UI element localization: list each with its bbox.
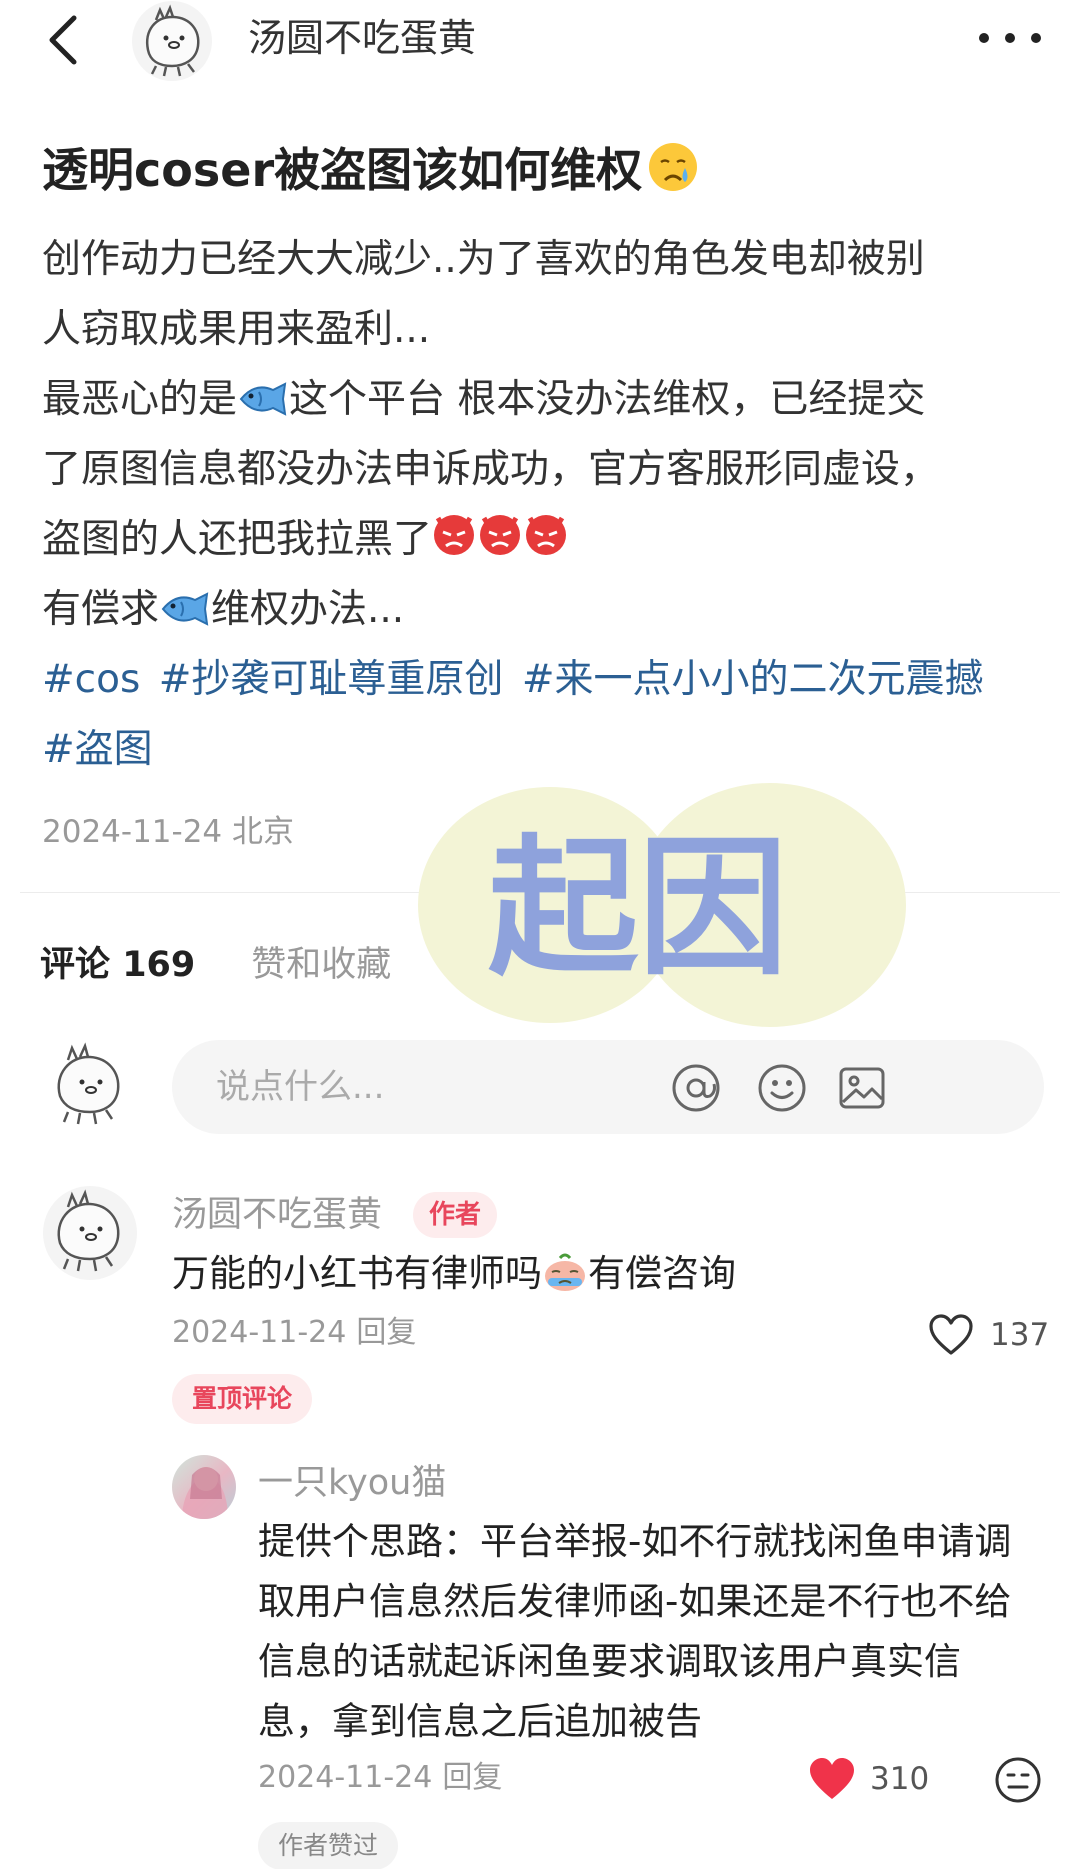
- angry-devil-icon: [434, 515, 567, 555]
- post-meta: 2024-11-24 北京: [42, 812, 294, 852]
- reply-like-count: 310: [870, 1761, 930, 1797]
- comment-meta: 2024-11-24 回复: [172, 1313, 416, 1353]
- post-detail-page: 汤圆不吃蛋黄 透明coser被盗图该如何维权 创作动力已经大大减少..为了喜欢的…: [0, 0, 1080, 1869]
- at-icon[interactable]: [670, 1062, 722, 1114]
- heart-filled-icon[interactable]: [808, 1756, 856, 1802]
- author-badge: 作者: [413, 1192, 497, 1238]
- post-body-text: 最恶心的是: [42, 377, 238, 422]
- post-body-line: 了原图信息都没办法申诉成功，官方客服形同虚设，: [42, 447, 940, 492]
- more-horizontal-icon[interactable]: [970, 20, 1050, 56]
- tag-list: #cos #抄袭可耻尊重原创 #来一点小小的二次元震撼 #盗图: [42, 645, 1052, 785]
- sticker-overlay: 起因: [418, 783, 906, 1027]
- commenter-avatar[interactable]: [38, 1185, 142, 1281]
- reply-button[interactable]: 回复: [442, 1760, 502, 1795]
- post-date: 2024-11-24: [42, 814, 223, 850]
- reply-button[interactable]: 回复: [356, 1315, 416, 1350]
- crying-face-icon: [649, 143, 698, 191]
- heart-outline-icon[interactable]: [928, 1313, 974, 1357]
- post-body-line: 盗图的人还把我拉黑了: [42, 505, 1042, 575]
- reply-text-line: 取用户信息然后发律师函-如果还是不行也不给: [258, 1580, 1012, 1623]
- tab-comments[interactable]: 评论 169: [40, 945, 195, 985]
- chevron-left-icon[interactable]: [40, 14, 84, 66]
- author-name[interactable]: 汤圆不吃蛋黄: [248, 14, 476, 62]
- comment-text: 万能的小红书有律师吗 有偿咨询: [172, 1246, 736, 1302]
- hashtag-link[interactable]: #cos: [42, 657, 140, 702]
- image-icon[interactable]: [836, 1062, 888, 1114]
- comment-text-part: 万能的小红书有律师吗: [172, 1252, 542, 1295]
- reply-text-line: 信息的话就起诉闲鱼要求调取该用户真实信: [258, 1640, 961, 1683]
- post-body-text: 这个平台 根本没办法维权，已经提交: [289, 377, 926, 422]
- reply-text: 提供个思路：平台举报-如不行就找闲鱼申请调 取用户信息然后发律师函-如果还是不行…: [258, 1512, 1048, 1752]
- emoji-reaction-icon[interactable]: [994, 1756, 1042, 1804]
- post-title-text: 透明coser被盗图该如何维权: [42, 143, 643, 197]
- post-body-line: 最恶心的是 这个平台 根本没办法维权，已经提交: [42, 365, 1042, 435]
- pinned-comment-badge: 置顶评论: [172, 1374, 312, 1424]
- tab-likes-favorites[interactable]: 赞和收藏: [251, 945, 391, 985]
- reply-text-line: 息，拿到信息之后追加被告: [258, 1700, 702, 1743]
- emoji-icon[interactable]: [756, 1062, 808, 1114]
- post-location: 北京: [232, 814, 295, 850]
- comment-like-count: 137: [990, 1317, 1050, 1353]
- author-liked-badge: 作者赞过: [258, 1822, 398, 1869]
- comment-text-part: 有偿咨询: [588, 1252, 736, 1295]
- author-avatar[interactable]: [126, 0, 218, 82]
- tab-comments-label: 评论: [40, 945, 111, 985]
- top-bar: 汤圆不吃蛋黄: [0, 0, 1080, 81]
- hashtag-link[interactable]: #抄袭可耻尊重原创: [159, 657, 504, 702]
- comment-input[interactable]: 说点什么...: [172, 1040, 1044, 1134]
- comment-date: 2024-11-24: [172, 1315, 347, 1350]
- post-title: 透明coser被盗图该如何维权: [42, 140, 700, 200]
- comment-tabs: 评论 169 赞和收藏: [40, 940, 391, 990]
- reply-meta: 2024-11-24 回复: [258, 1758, 502, 1798]
- commenter-name[interactable]: 汤圆不吃蛋黄: [172, 1192, 382, 1238]
- hashtag-link[interactable]: #来一点小小的二次元震撼: [522, 657, 984, 702]
- my-avatar: [57, 1042, 120, 1125]
- post-body: 创作动力已经大大减少..为了喜欢的角色发电却被别 人窃取成果用来盈利... 最恶…: [42, 225, 1042, 645]
- post-body-line: 人窃取成果用来盈利...: [42, 307, 431, 352]
- fish-icon: [161, 592, 209, 626]
- reply-avatar[interactable]: [172, 1455, 236, 1519]
- reply-avatar-image: [182, 1467, 228, 1519]
- fish-icon: [239, 382, 287, 416]
- post-body-text: 盗图的人还把我拉黑了: [42, 517, 433, 562]
- sticker-text: 起因: [488, 822, 788, 996]
- reply-date: 2024-11-24: [258, 1760, 433, 1795]
- post-body-line: 创作动力已经大大减少..为了喜欢的角色发电却被别: [42, 237, 925, 282]
- comment-input-placeholder: 说点什么...: [216, 1067, 385, 1107]
- comment-count: 169: [122, 945, 196, 985]
- post-body-line: 有偿求 维权办法...: [42, 575, 1042, 645]
- post-body-text: 有偿求: [42, 587, 160, 632]
- reply-author-name[interactable]: 一只kyou猫: [258, 1460, 446, 1506]
- hashtag-link[interactable]: #盗图: [42, 727, 153, 772]
- reply-text-line: 提供个思路：平台举报-如不行就找闲鱼申请调: [258, 1520, 1012, 1563]
- post-body-text: 维权办法...: [211, 587, 405, 632]
- crying-emoji-icon: [545, 1253, 585, 1291]
